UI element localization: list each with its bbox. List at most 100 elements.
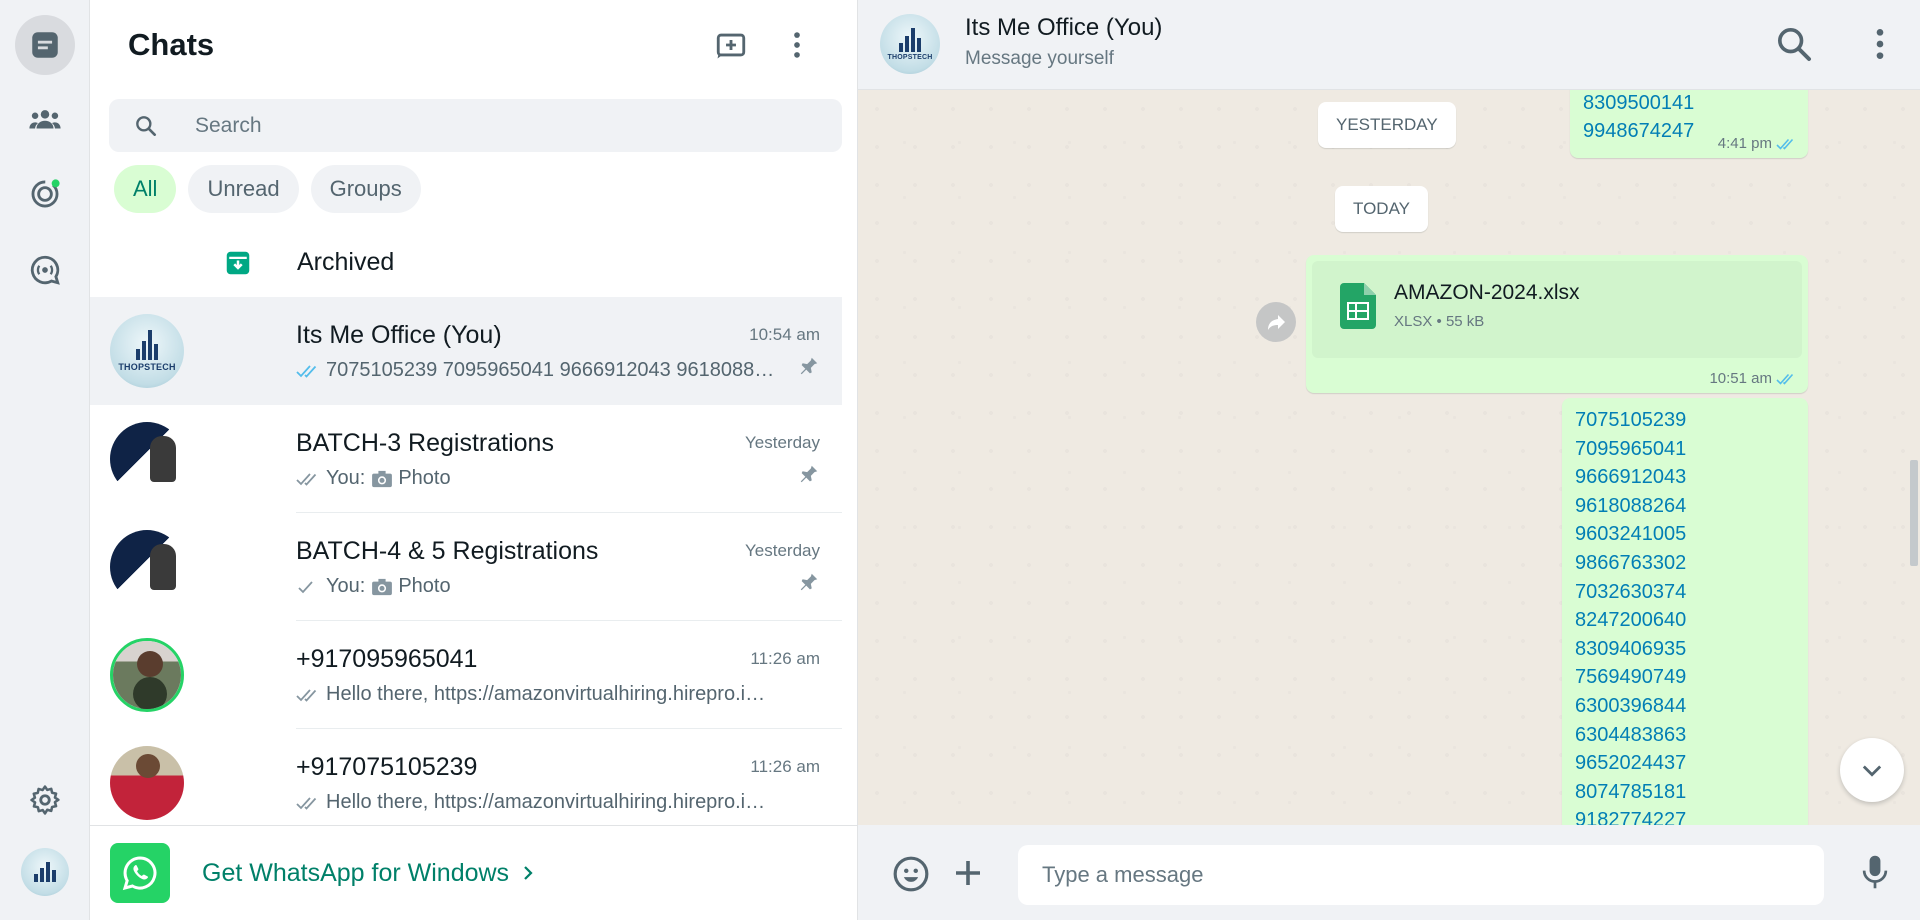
message-bubble[interactable]: 7075105239 7095965041 9666912043 9618088… [1562, 398, 1808, 825]
search-input[interactable] [195, 113, 795, 138]
channels-icon[interactable] [15, 240, 75, 300]
date-divider-yesterday: YESTERDAY [1318, 102, 1456, 148]
phone-number[interactable]: 7032630374 [1575, 578, 1686, 607]
chat-time: 11:26 am [750, 649, 820, 668]
attach-plus-icon[interactable] [950, 855, 986, 891]
chat-preview-text: Hello there, https://amazonvirtualhiring… [326, 683, 776, 705]
chat-list-header: Chats [90, 0, 857, 90]
scroll-to-bottom-button[interactable] [1840, 738, 1904, 802]
chat-row-batch-4-5[interactable]: BATCH-4 & 5 Registrations Yesterday You:… [90, 513, 842, 621]
message-input[interactable] [1018, 845, 1824, 905]
chat-list: THOPSTECH Its Me Office (You) 10:54 am 7… [90, 297, 842, 837]
chat-name: +917075105239 [296, 753, 478, 781]
phone-number[interactable]: 9948674247 [1583, 117, 1694, 146]
whatsapp-logo-icon [110, 843, 170, 903]
chat-preview: 7075105239 7095965041 9666912043 9618088… [296, 359, 776, 382]
chat-preview: Hello there, https://amazonvirtualhiring… [296, 791, 776, 814]
file-message-bubble[interactable]: AMAZON-2024.xlsx XLSX • 55 kB 10:51 am [1306, 255, 1808, 393]
avatar [110, 422, 184, 496]
get-app-label: Get WhatsApp for Windows [202, 858, 510, 887]
phone-number[interactable]: 8309406935 [1575, 635, 1686, 664]
chat-list-pane: Chats All Unread Groups Archived [90, 0, 858, 920]
chat-row-its-me-office[interactable]: THOPSTECH Its Me Office (You) 10:54 am 7… [90, 297, 842, 405]
spreadsheet-file-icon [1340, 283, 1376, 329]
forward-icon[interactable] [1256, 302, 1296, 342]
phone-number[interactable]: 6304483863 [1575, 721, 1686, 750]
chevron-right-icon [524, 866, 533, 880]
menu-icon[interactable] [775, 23, 819, 67]
contact-avatar[interactable]: THOPSTECH [880, 14, 940, 74]
communities-icon[interactable] [15, 90, 75, 150]
filter-unread[interactable]: Unread [188, 165, 299, 213]
chat-time: Yesterday [745, 541, 820, 560]
phone-number[interactable]: 8247200640 [1575, 606, 1686, 635]
double-tick-icon [296, 688, 317, 702]
page-title: Chats [128, 27, 215, 62]
chat-time: Yesterday [745, 433, 820, 452]
camera-icon [372, 578, 393, 595]
chat-preview-text: Photo [398, 575, 451, 597]
file-attachment[interactable]: AMAZON-2024.xlsx XLSX • 55 kB [1312, 261, 1802, 358]
settings-icon[interactable] [15, 770, 75, 830]
chat-name: BATCH-3 Registrations [296, 429, 554, 457]
avatar [110, 638, 184, 712]
double-tick-read-icon [296, 364, 317, 378]
archived-row[interactable]: Archived [90, 230, 842, 295]
filter-groups[interactable]: Groups [310, 165, 421, 213]
phone-number[interactable]: 7095965041 [1575, 435, 1686, 464]
conversation-scrollbar[interactable] [1910, 460, 1918, 566]
chat-name: Its Me Office (You) [296, 321, 502, 349]
camera-icon [372, 470, 393, 487]
message-composer [858, 825, 1920, 920]
phone-number[interactable]: 9182774227 [1575, 806, 1686, 825]
whatsapp-web-app: Chats All Unread Groups Archived [0, 0, 1920, 920]
filter-all[interactable]: All [114, 165, 177, 213]
emoji-icon[interactable] [892, 855, 930, 893]
avatar: THOPSTECH [110, 314, 184, 388]
conversation-header[interactable]: THOPSTECH Its Me Office (You) Message yo… [858, 0, 1920, 90]
double-tick-read-icon [1776, 138, 1794, 150]
chat-preview: You: Photo [296, 575, 776, 598]
chat-row-917075105239[interactable]: +917075105239 11:26 am Hello there, http… [90, 729, 842, 837]
chats-icon[interactable] [15, 15, 75, 75]
phone-number[interactable]: 9866763302 [1575, 549, 1686, 578]
chat-row-batch-3[interactable]: BATCH-3 Registrations Yesterday You: Pho… [90, 405, 842, 513]
profile-avatar[interactable] [21, 848, 69, 896]
chat-name: BATCH-4 & 5 Registrations [296, 537, 599, 565]
get-whatsapp-banner[interactable]: Get WhatsApp for Windows [90, 825, 857, 920]
chat-preview: You: Photo [296, 467, 776, 490]
chat-preview-text: 7075105239 7095965041 9666912043 9618088… [326, 359, 776, 381]
search-box[interactable] [109, 99, 842, 152]
double-tick-icon [296, 796, 317, 810]
chat-time: 11:26 am [750, 757, 820, 776]
archive-icon [226, 251, 250, 274]
file-type: XLSX [1394, 313, 1433, 330]
date-divider-today: TODAY [1335, 186, 1428, 232]
microphone-icon[interactable] [1858, 853, 1892, 891]
phone-number[interactable]: 8309500141 [1583, 90, 1694, 117]
search-messages-icon[interactable] [1774, 24, 1814, 64]
new-chat-icon[interactable] [709, 23, 753, 67]
phone-number[interactable]: 6300396844 [1575, 692, 1686, 721]
phone-number[interactable]: 9603241005 [1575, 520, 1686, 549]
pin-icon [800, 357, 818, 375]
phone-number[interactable]: 9618088264 [1575, 492, 1686, 521]
pin-icon [800, 465, 818, 483]
conversation-menu-icon[interactable] [1860, 24, 1900, 64]
phone-number-list: 7075105239 7095965041 9666912043 9618088… [1575, 406, 1686, 825]
chat-time: 10:54 am [749, 325, 820, 344]
conversation-pane: THOPSTECH Its Me Office (You) Message yo… [858, 0, 1920, 920]
phone-number[interactable]: 8074785181 [1575, 778, 1686, 807]
status-icon[interactable] [15, 164, 75, 224]
file-name: AMAZON-2024.xlsx [1394, 281, 1580, 304]
message-bubble[interactable]: 9155910219 8309500141 9948674247 4:41 pm [1570, 90, 1808, 158]
chat-row-917095965041[interactable]: +917095965041 11:26 am Hello there, http… [90, 621, 842, 729]
phone-number[interactable]: 7075105239 [1575, 406, 1686, 435]
phone-number[interactable]: 9652024437 [1575, 749, 1686, 778]
file-meta: XLSX • 55 kB [1394, 313, 1485, 330]
message-area[interactable]: 9155910219 8309500141 9948674247 4:41 pm… [858, 90, 1920, 825]
chat-preview: Hello there, https://amazonvirtualhiring… [296, 683, 776, 706]
phone-number[interactable]: 9666912043 [1575, 463, 1686, 492]
phone-number[interactable]: 7569490749 [1575, 663, 1686, 692]
chevron-down-icon [1862, 765, 1882, 777]
